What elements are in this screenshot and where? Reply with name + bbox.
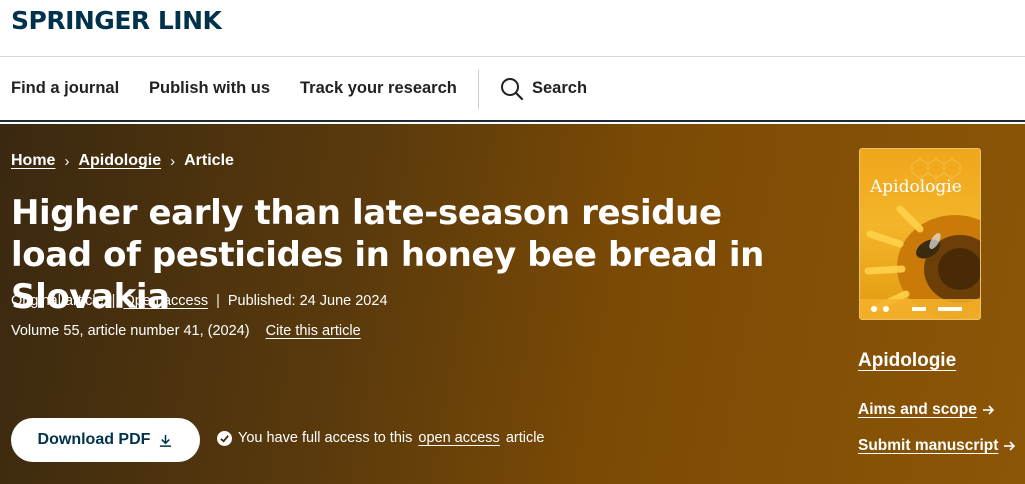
cover-artwork	[860, 158, 980, 319]
breadcrumb-journal[interactable]: Apidologie	[78, 152, 161, 170]
nav-divider	[478, 69, 479, 109]
article-meta: Original article | Open access | Publish…	[11, 293, 388, 309]
nav-track-research[interactable]: Track your research	[300, 79, 457, 98]
search-icon[interactable]	[500, 77, 524, 101]
article-hero: Home › Apidologie › Article Higher early…	[0, 124, 1025, 484]
aims-and-scope-label: Aims and scope	[858, 401, 977, 418]
breadcrumb-home[interactable]: Home	[11, 152, 55, 170]
logo-bar: SPRINGER LINK	[0, 0, 1025, 57]
volume-info: Volume 55, article number 41, (2024)	[11, 323, 250, 339]
article-type: Original article	[11, 293, 104, 309]
main-nav: Find a journal Publish with us Track you…	[0, 57, 1025, 122]
breadcrumb-current: Article	[184, 152, 234, 169]
access-suffix: article	[505, 430, 545, 446]
download-icon	[160, 434, 172, 447]
submit-manuscript-label: Submit manuscript	[858, 437, 999, 454]
nav-publish-with-us[interactable]: Publish with us	[149, 79, 270, 98]
download-pdf-button[interactable]: Download PDF	[11, 418, 200, 462]
published-date: Published: 24 June 2024	[227, 293, 388, 309]
cover-title: Apidologie	[870, 177, 962, 197]
journal-cover[interactable]: Apidologie	[859, 148, 981, 320]
access-prefix: You have full access to this	[238, 430, 413, 446]
open-access-link[interactable]: Open access	[123, 293, 208, 309]
breadcrumb-separator: ›	[64, 152, 70, 170]
springer-link-logo[interactable]: SPRINGER LINK	[11, 6, 222, 35]
journal-name-link[interactable]: Apidologie	[858, 350, 956, 372]
cite-article-link[interactable]: Cite this article	[266, 323, 361, 339]
submit-manuscript-link[interactable]: Submit manuscript	[858, 437, 1016, 455]
aims-and-scope-link[interactable]: Aims and scope	[858, 401, 995, 419]
nav-find-journal[interactable]: Find a journal	[11, 79, 119, 98]
access-note: You have full access to this open access…	[217, 430, 545, 446]
download-pdf-label: Download PDF	[37, 431, 151, 448]
breadcrumb: Home › Apidologie › Article	[11, 152, 234, 170]
arrow-right-icon	[982, 405, 995, 415]
article-citation-meta: Volume 55, article number 41, (2024) Cit…	[11, 323, 361, 339]
search-button[interactable]: Search	[532, 79, 587, 98]
check-circle-icon	[217, 430, 232, 446]
access-open-access-link[interactable]: open access	[418, 430, 499, 446]
arrow-right-icon	[1004, 441, 1016, 451]
breadcrumb-separator: ›	[170, 152, 176, 170]
